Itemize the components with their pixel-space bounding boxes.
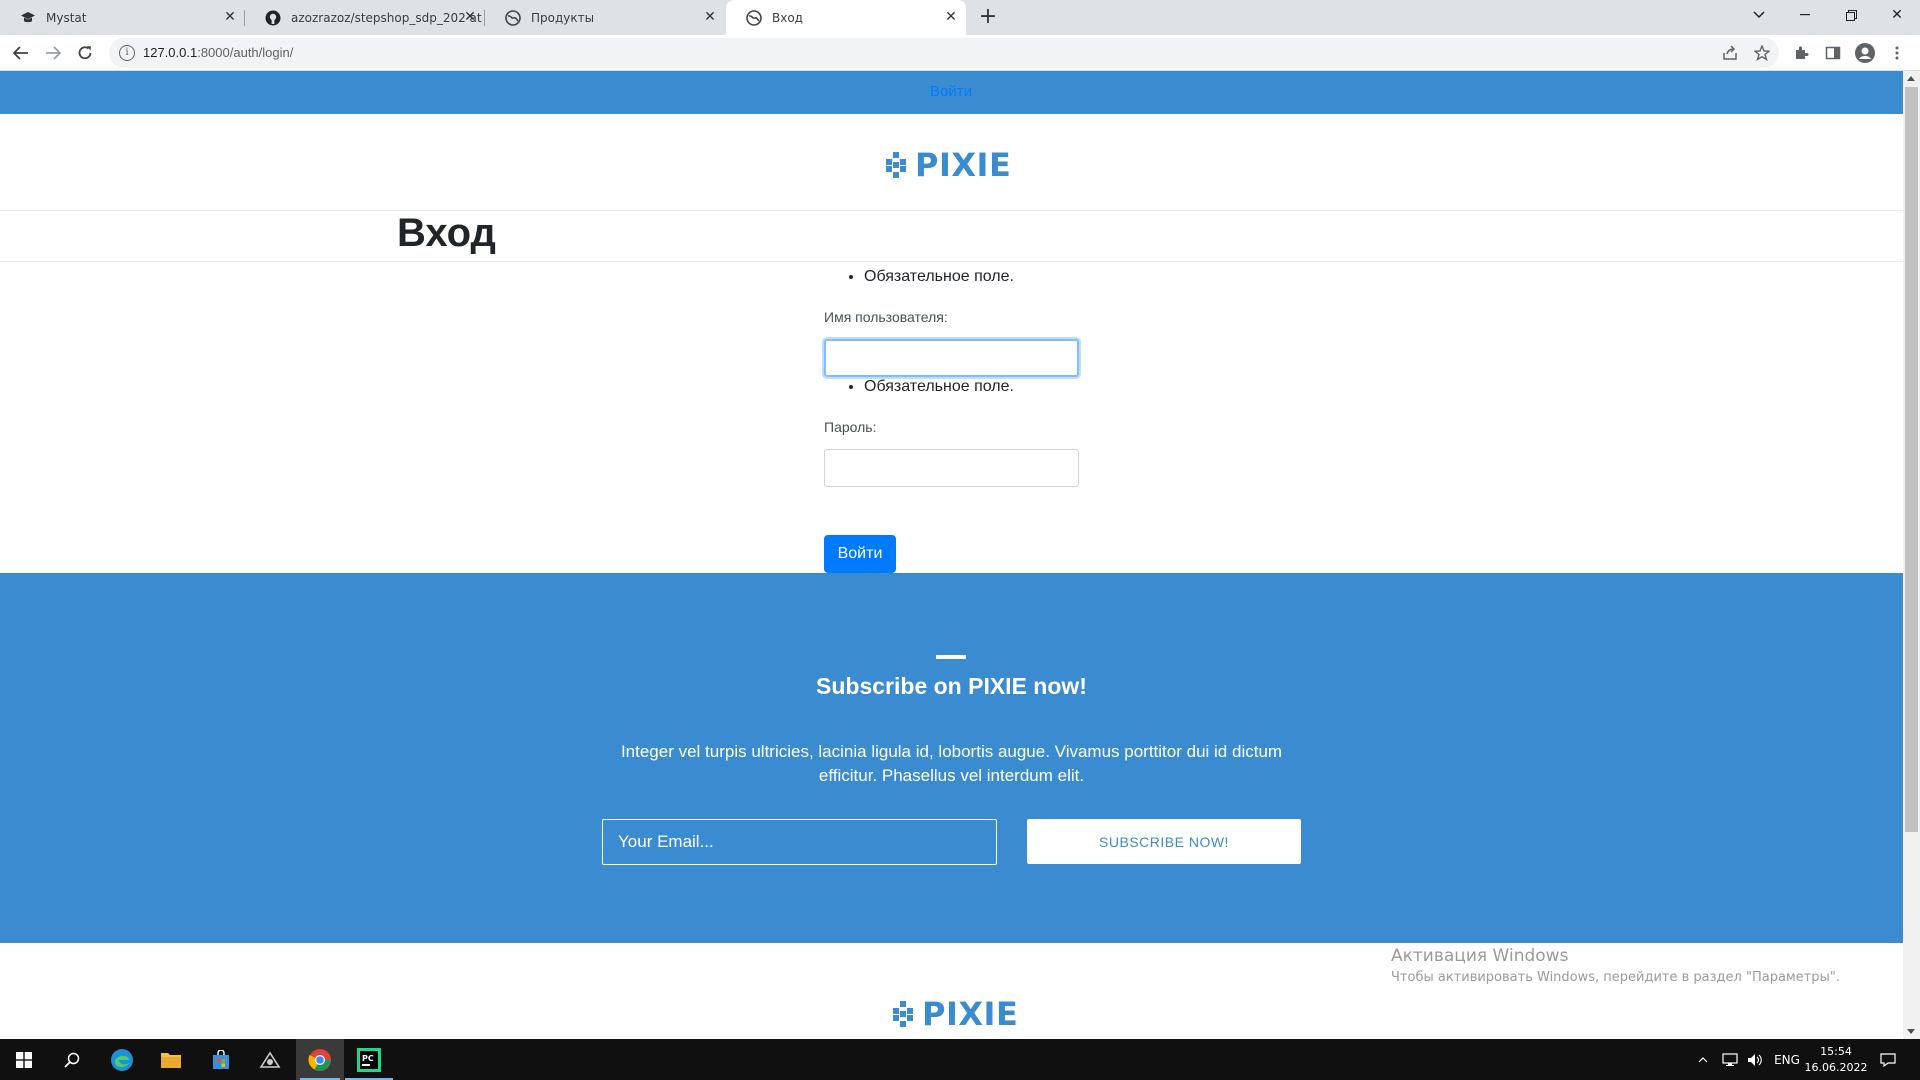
pycharm-icon[interactable]: PC <box>345 1039 393 1080</box>
restore-icon[interactable] <box>1828 0 1874 30</box>
forward-icon[interactable] <box>42 42 64 64</box>
globe-icon <box>746 9 762 26</box>
subscribe-description: Integer vel turpis ultricies, lacinia li… <box>620 742 1283 785</box>
search-icon[interactable] <box>48 1039 96 1080</box>
windows-taskbar: PC ENG 15:54 16.06.2022 <box>0 1039 1920 1080</box>
url-text: 127.0.0.1:8000/auth/login/ <box>143 45 293 60</box>
close-tab-icon[interactable]: ✕ <box>703 10 717 24</box>
footer-logo[interactable]: PIXIE <box>890 995 1018 1033</box>
header-logo[interactable]: PIXIE <box>883 146 1011 184</box>
nav-login-link[interactable]: Войти <box>930 83 972 100</box>
clock-time: 15:54 <box>1820 1044 1852 1058</box>
subscribe-button[interactable]: SUBSCRIBE NOW! <box>1027 819 1301 864</box>
tab-search-chevron-icon[interactable] <box>1736 0 1782 30</box>
show-hidden-icons-icon[interactable] <box>1695 1039 1711 1080</box>
tab-mystat[interactable]: Mystat ✕ <box>0 0 245 35</box>
close-window-icon[interactable]: ✕ <box>1874 0 1920 30</box>
clock[interactable]: 15:54 16.06.2022 <box>1805 1039 1868 1080</box>
scrollbar-thumb[interactable] <box>1905 87 1918 832</box>
password-error-list: Обязательное поле. <box>824 378 1014 396</box>
subscribe-section: Subscribe on PIXIE now! Integer vel turp… <box>0 573 1903 943</box>
password-label: Пароль: <box>824 419 877 435</box>
watermark-subtitle: Чтобы активировать Windows, перейдите в … <box>1391 970 1840 985</box>
bookmark-star-icon[interactable] <box>1752 43 1772 63</box>
browser-tab-strip: Mystat ✕ azozrazoz/stepshop_sdp_202 at ✕… <box>0 0 1920 35</box>
profile-avatar-icon[interactable] <box>1855 43 1875 63</box>
subscribe-heading: Subscribe on PIXIE now! <box>816 673 1087 699</box>
pixie-logo-icon <box>883 152 909 178</box>
divider <box>0 261 1903 262</box>
extensions-icon[interactable] <box>1791 43 1811 63</box>
logo-text: PIXIE <box>915 146 1012 184</box>
app-icon[interactable] <box>246 1039 294 1080</box>
watermark-title: Активация Windows <box>1391 946 1569 966</box>
graduation-cap-icon <box>20 10 36 26</box>
username-label: Имя пользователя: <box>824 309 948 325</box>
tab-title: Продукты <box>531 10 595 25</box>
reload-icon[interactable] <box>74 42 96 64</box>
password-input[interactable] <box>824 449 1079 487</box>
chrome-icon[interactable] <box>296 1039 344 1080</box>
scroll-up-arrow-icon[interactable] <box>1907 76 1915 81</box>
scroll-down-arrow-icon[interactable] <box>1907 1029 1915 1034</box>
windows-start-icon[interactable] <box>0 1039 48 1080</box>
side-panel-icon[interactable] <box>1823 43 1843 63</box>
username-error: Обязательное поле. <box>864 268 1014 286</box>
notification-icon[interactable] <box>1876 1039 1900 1080</box>
username-error-list: Обязательное поле. <box>824 268 1014 286</box>
minimize-icon[interactable] <box>1782 0 1828 30</box>
tab-title: azozrazoz/stepshop_sdp_202 at <box>291 10 482 25</box>
divider <box>0 210 1903 211</box>
top-nav-bar: Войти <box>0 71 1903 114</box>
tab-github[interactable]: azozrazoz/stepshop_sdp_202 at ✕ <box>245 0 485 35</box>
tab-products[interactable]: Продукты ✕ <box>485 0 725 35</box>
language-indicator[interactable]: ENG <box>1770 1039 1804 1080</box>
tab-title: Вход <box>772 10 803 25</box>
edge-icon[interactable] <box>98 1039 146 1080</box>
volume-icon[interactable] <box>1745 1039 1765 1080</box>
logo-text: PIXIE <box>922 995 1019 1033</box>
store-icon[interactable] <box>197 1039 245 1080</box>
section-dash <box>936 655 966 659</box>
new-tab-button[interactable]: + <box>976 6 1000 28</box>
github-icon <box>265 10 281 26</box>
clock-date: 16.06.2022 <box>1804 1060 1868 1074</box>
page-scrollbar[interactable] <box>1903 71 1920 1039</box>
url-path: :8000/auth/login/ <box>197 45 294 60</box>
pixie-logo-icon <box>890 1001 916 1027</box>
svg-text:PC: PC <box>362 1054 374 1063</box>
page-viewport: Войти PIXIE Вход Обязательное поле. Имя … <box>0 71 1903 1039</box>
password-error: Обязательное поле. <box>864 378 1014 396</box>
windows-activation-watermark: Активация Windows Чтобы активировать Win… <box>1391 946 1840 985</box>
close-tab-icon[interactable]: ✕ <box>944 10 958 24</box>
close-tab-icon[interactable]: ✕ <box>223 10 237 24</box>
back-icon[interactable] <box>10 42 32 64</box>
chrome-menu-icon[interactable] <box>1887 43 1907 63</box>
address-bar[interactable]: i 127.0.0.1:8000/auth/login/ <box>109 38 1779 68</box>
username-input[interactable] <box>824 339 1079 377</box>
subscribe-email-input[interactable] <box>602 819 997 865</box>
tab-title: Mystat <box>46 10 87 25</box>
close-tab-icon[interactable]: ✕ <box>463 10 477 24</box>
network-icon[interactable] <box>1720 1039 1740 1080</box>
file-explorer-icon[interactable] <box>147 1039 195 1080</box>
tab-login[interactable]: Вход ✕ <box>726 0 966 35</box>
globe-icon <box>505 9 521 26</box>
share-icon[interactable] <box>1720 43 1740 63</box>
url-host: 127.0.0.1 <box>143 45 198 60</box>
site-info-icon[interactable]: i <box>119 45 135 61</box>
page-title: Вход <box>397 211 496 255</box>
browser-toolbar: i 127.0.0.1:8000/auth/login/ <box>0 35 1920 71</box>
login-button[interactable]: Войти <box>824 535 896 573</box>
